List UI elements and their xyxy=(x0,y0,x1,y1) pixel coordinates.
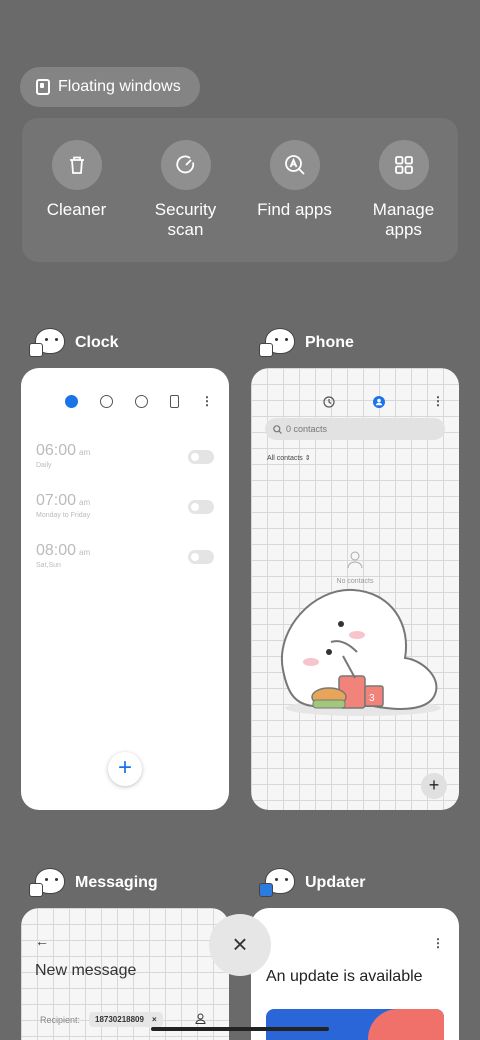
person-placeholder-icon xyxy=(347,551,363,569)
tool-security-scan[interactable]: Security scan xyxy=(131,118,240,262)
alarm-repeat: Monday to Friday xyxy=(36,512,91,519)
alarm-ampm: am xyxy=(79,448,91,457)
messaging-app-icon xyxy=(29,866,67,900)
floating-windows-button[interactable]: Floating windows xyxy=(20,67,200,107)
alarm-time: 06:00 xyxy=(36,442,77,459)
back-arrow-icon[interactable]: ← xyxy=(35,933,49,949)
more-options-icon[interactable]: ⋮ xyxy=(432,936,444,950)
more-options-icon[interactable]: ⋮ xyxy=(432,394,444,408)
timer-icon[interactable] xyxy=(170,394,179,408)
messaging-card[interactable]: ← New message Recipient: 18730218809 × xyxy=(21,908,229,1040)
gesture-handle[interactable] xyxy=(151,1027,329,1031)
phone-app-icon xyxy=(259,326,297,360)
recent-calls-icon[interactable] xyxy=(323,396,335,408)
alarm-toggle[interactable] xyxy=(188,550,214,564)
security-scan-icon xyxy=(160,140,211,190)
alarm-ampm: am xyxy=(79,498,91,507)
alarm-repeat: Daily xyxy=(36,462,52,469)
trash-icon xyxy=(51,140,102,190)
alarm-repeat: Sat,Sun xyxy=(36,562,61,569)
alarm-time: 07:00 xyxy=(36,492,77,509)
add-contact-icon[interactable] xyxy=(195,1013,206,1024)
alarm-ampm: am xyxy=(79,548,91,557)
new-message-title: New message xyxy=(35,962,137,979)
recipient-chip[interactable]: 18730218809 × xyxy=(89,1012,163,1027)
grid-icon xyxy=(378,140,429,190)
contacts-search-placeholder: 0 contacts xyxy=(286,424,328,434)
messaging-app-name: Messaging xyxy=(75,874,158,891)
add-contact-button[interactable]: + xyxy=(421,773,447,799)
stopwatch-icon[interactable] xyxy=(135,394,148,408)
alarm-time: 08:00 xyxy=(36,542,77,559)
alarm-icon[interactable] xyxy=(65,394,78,408)
clock-card[interactable]: ⋮ 06:00 am Daily 07:00 am Monday to Friday… xyxy=(21,368,229,810)
tool-find-apps-label: Find apps xyxy=(257,200,332,219)
remove-recipient-icon[interactable]: × xyxy=(152,1015,157,1024)
phone-card[interactable]: ⋮ 0 contacts All contacts ⇕ No contacts … xyxy=(251,368,459,810)
tool-manage-apps-label: Manage apps xyxy=(372,200,435,239)
clock-app-header[interactable]: Clock xyxy=(29,326,119,360)
find-apps-icon xyxy=(269,140,320,190)
updater-card[interactable]: ⋮ An update is available xyxy=(251,908,459,1040)
contacts-filter-label: All contacts xyxy=(267,455,303,462)
close-all-button[interactable]: × xyxy=(209,914,271,976)
floating-window-icon xyxy=(36,79,50,95)
more-options-icon[interactable]: ⋮ xyxy=(201,394,213,408)
phone-app-name: Phone xyxy=(305,334,354,351)
contacts-search-input[interactable]: 0 contacts xyxy=(265,418,445,440)
tool-cleaner[interactable]: Cleaner xyxy=(22,118,131,262)
tool-find-apps[interactable]: Find apps xyxy=(240,118,349,262)
update-banner xyxy=(266,1009,444,1040)
phone-app-header[interactable]: Phone xyxy=(259,326,354,360)
update-available-title: An update is available xyxy=(266,968,423,985)
floating-windows-label: Floating windows xyxy=(58,78,181,95)
contacts-icon[interactable] xyxy=(373,396,385,408)
clock-app-name: Clock xyxy=(75,334,119,351)
search-icon xyxy=(273,424,282,434)
world-clock-icon[interactable] xyxy=(100,394,113,408)
quick-tools-panel: Cleaner Security scan Find apps Manage a… xyxy=(22,118,458,262)
tool-manage-apps[interactable]: Manage apps xyxy=(349,118,458,262)
tool-security-scan-label: Security scan xyxy=(154,200,217,239)
svg-text:3: 3 xyxy=(369,693,375,704)
recipient-chip-number: 18730218809 xyxy=(95,1015,144,1024)
recipient-label: Recipient: xyxy=(40,1015,81,1025)
mascot-illustration: 3 xyxy=(280,588,441,716)
clock-app-icon xyxy=(29,326,67,360)
updater-app-icon xyxy=(259,866,297,900)
contacts-filter-dropdown[interactable]: All contacts ⇕ xyxy=(267,454,311,462)
updater-app-name: Updater xyxy=(305,874,366,891)
updater-app-header[interactable]: Updater xyxy=(259,866,365,900)
clock-toolbar: ⋮ xyxy=(65,394,213,408)
alarm-toggle[interactable] xyxy=(188,500,214,514)
messaging-app-header[interactable]: Messaging xyxy=(29,866,158,900)
alarm-toggle[interactable] xyxy=(188,450,214,464)
tool-cleaner-label: Cleaner xyxy=(46,200,107,219)
add-alarm-button[interactable]: + xyxy=(108,752,142,786)
